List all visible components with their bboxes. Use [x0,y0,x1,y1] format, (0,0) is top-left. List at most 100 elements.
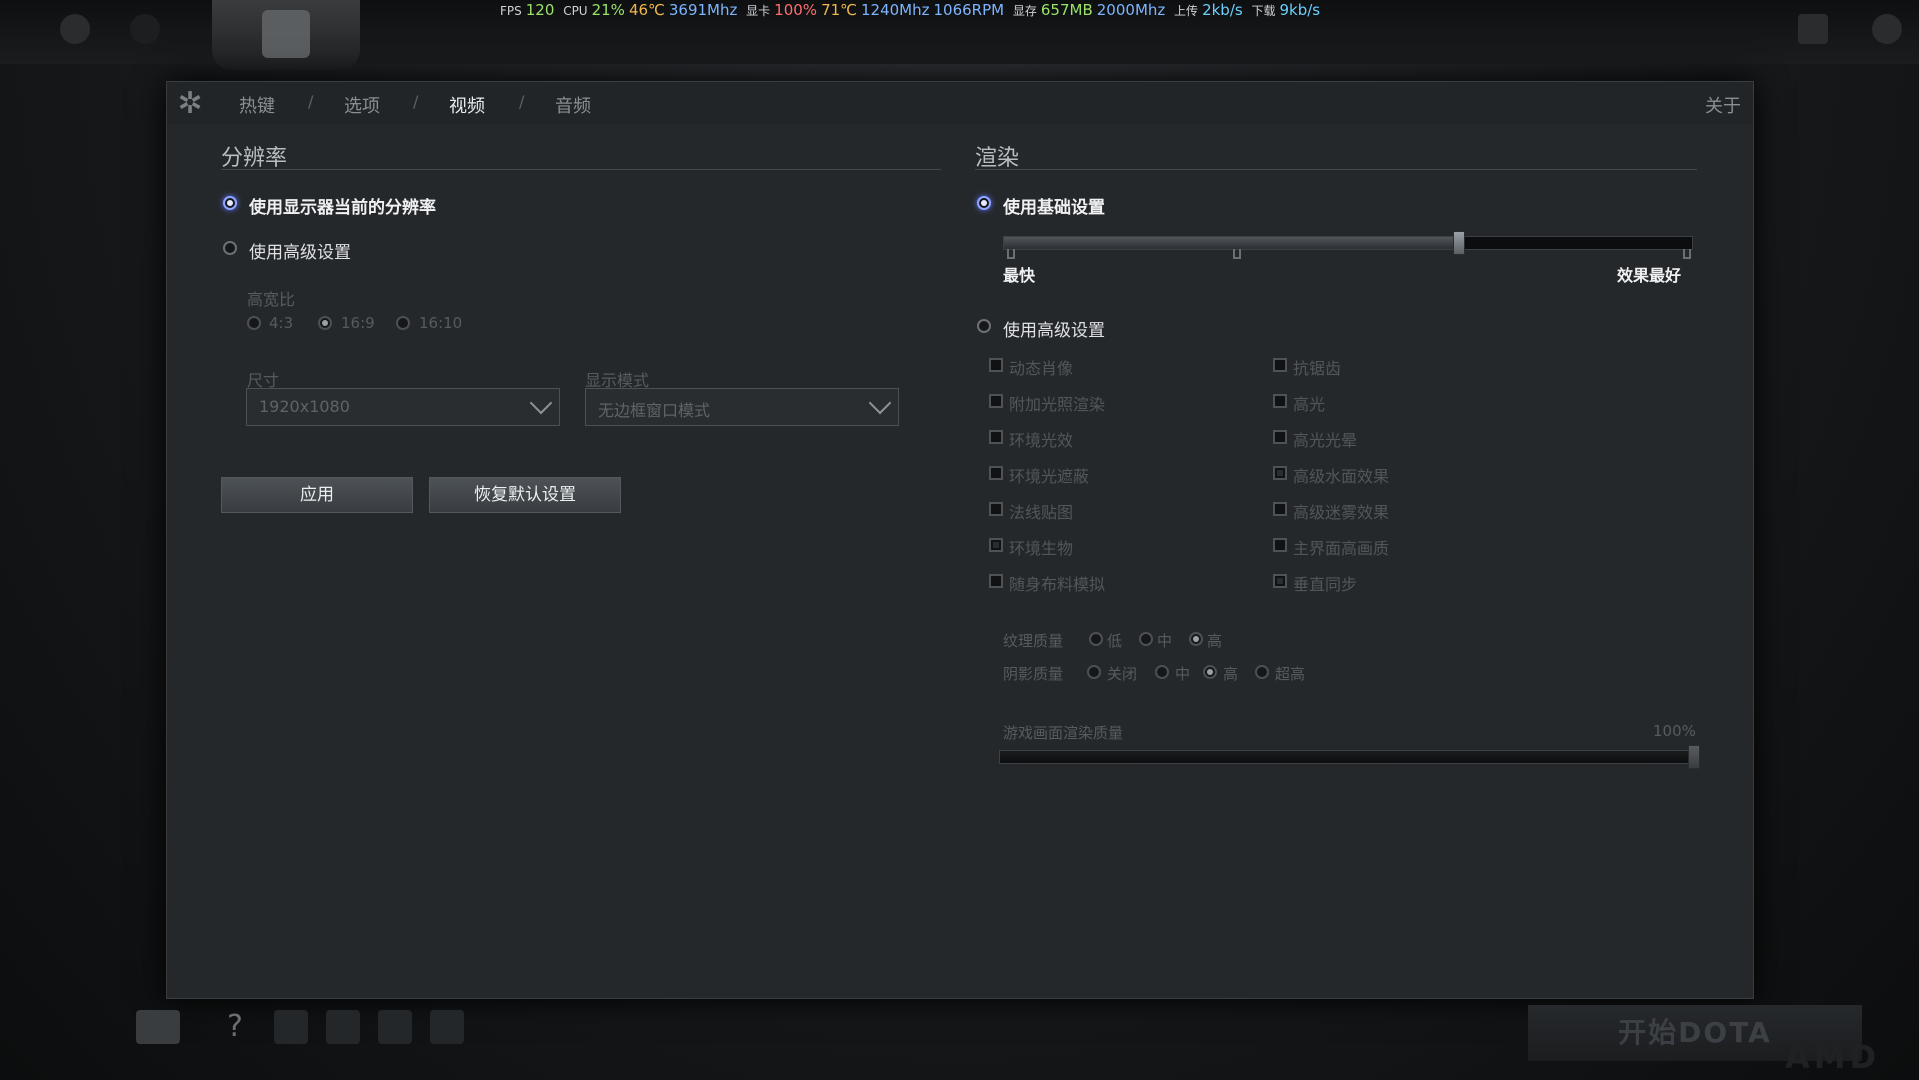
render-quality-slider[interactable] [1003,231,1693,255]
chevron-down-icon [529,391,553,415]
shadow-high-radio[interactable] [1203,665,1217,679]
shadow-mid-label: 中 [1175,665,1191,683]
back-icon[interactable] [130,14,160,44]
use-advanced-resolution-label: 使用高级设置 [249,243,351,263]
render-scale-value: 100% [1653,722,1696,740]
render-option-checkbox[interactable] [1273,538,1287,552]
tab-separator: / [413,92,419,111]
render-option-label: 环境光效 [1009,431,1074,450]
render-option-label: 垂直同步 [1293,575,1358,594]
size-value: 1920x1080 [259,397,350,416]
vram-clock: 2000Mhz [1096,1,1166,19]
download-label: 下载 [1251,4,1276,18]
bottom-slot-icon[interactable] [430,1010,464,1044]
use-advanced-render-label: 使用高级设置 [1003,321,1105,341]
chat-icon[interactable] [136,1010,180,1044]
aspect-16-10-label: 16:10 [419,314,463,332]
gpu-usage: 100% [774,1,818,19]
bottom-slot-icon[interactable] [326,1010,360,1044]
render-option-checkbox[interactable] [989,394,1003,408]
aspect-16-10-radio[interactable] [396,316,410,330]
render-option-checkbox[interactable] [989,430,1003,444]
shadow-off-label: 关闭 [1107,665,1138,683]
profile-avatar[interactable] [1872,14,1902,44]
cpu-label: CPU [563,4,588,18]
gpu-clock: 1240Mhz [861,1,930,19]
shadow-ultra-radio[interactable] [1255,665,1269,679]
dota-logo[interactable] [212,0,360,70]
render-option-checkbox[interactable] [1273,394,1287,408]
display-mode-dropdown[interactable]: 无边框窗口模式 [585,388,899,426]
shadow-off-radio[interactable] [1087,665,1101,679]
trophy-icon[interactable] [74,1010,108,1044]
bottom-slot-icon[interactable] [274,1010,308,1044]
size-dropdown[interactable]: 1920x1080 [246,388,560,426]
settings-panel: ✲ 热键 / 选项 / 视频 / 音频 关于 分辨率 使用显示器当前的分辨率 使… [166,81,1754,999]
tab-audio[interactable]: 音频 [555,92,591,118]
texture-low-radio[interactable] [1089,632,1103,646]
aspect-4-3-label: 4:3 [269,314,294,332]
render-option-checkbox[interactable] [1273,430,1287,444]
use-monitor-resolution-radio[interactable] [223,196,237,210]
render-option-checkbox[interactable] [989,538,1003,552]
help-icon[interactable]: ? [218,1010,252,1044]
render-option-label: 抗锯齿 [1293,359,1342,378]
aspect-16-9-label: 16:9 [341,314,375,332]
cpu-usage: 21% [591,1,625,19]
render-option-checkbox[interactable] [989,466,1003,480]
vram-label: 显存 [1012,4,1037,18]
top-nav-bar: FPS 120 CPU 21% 46℃ 3691Mhz 显卡 100% 71℃ 1240Mhz… [0,0,1919,70]
render-option-label: 主界面高画质 [1293,539,1390,558]
render-option-checkbox[interactable] [1273,358,1287,372]
render-option-label: 高光 [1293,395,1326,414]
shadow-mid-radio[interactable] [1155,665,1169,679]
render-option-checkbox[interactable] [1273,502,1287,516]
section-divider [975,169,1697,170]
use-basic-render-radio[interactable] [977,196,991,210]
chevron-down-icon [868,391,892,415]
texture-mid-radio[interactable] [1139,632,1153,646]
render-option-checkbox[interactable] [1273,574,1287,588]
render-scale-slider[interactable] [999,745,1700,769]
section-divider [221,169,941,170]
cpu-clock: 3691Mhz [668,1,738,19]
slider-fill [1000,751,1698,763]
tab-video[interactable]: 视频 [449,92,485,118]
render-option-checkbox[interactable] [1273,466,1287,480]
render-option-checkbox[interactable] [989,502,1003,516]
settings-icon[interactable] [60,14,90,44]
render-option-checkbox[interactable] [989,574,1003,588]
render-option-label: 环境生物 [1009,539,1074,558]
aspect-16-9-radio[interactable] [318,316,332,330]
gear-icon: ✲ [177,86,203,121]
about-link[interactable]: 关于 [1705,92,1741,118]
use-monitor-resolution-label: 使用显示器当前的分辨率 [249,198,436,218]
slider-min-label: 最快 [1003,266,1036,285]
render-option-checkbox[interactable] [989,358,1003,372]
render-option-label: 附加光照渲染 [1009,395,1106,414]
render-title: 渲染 [975,146,1020,171]
download-speed: 9kb/s [1279,1,1321,19]
shadow-ultra-label: 超高 [1275,665,1306,683]
friends-icon[interactable] [1798,14,1828,44]
texture-high-radio[interactable] [1189,632,1203,646]
slider-thumb[interactable] [1688,745,1700,769]
use-basic-render-label: 使用基础设置 [1003,198,1105,218]
restore-defaults-button[interactable]: 恢复默认设置 [429,477,621,513]
render-option-label: 法线贴图 [1009,503,1074,522]
render-option-label: 高级迷雾效果 [1293,503,1390,522]
use-advanced-resolution-radio[interactable] [223,241,237,255]
apply-button[interactable]: 应用 [221,477,413,513]
texture-mid-label: 中 [1157,632,1173,650]
tab-hotkeys[interactable]: 热键 [239,92,275,118]
use-advanced-render-radio[interactable] [977,319,991,333]
bottom-slot-icon[interactable] [378,1010,412,1044]
display-mode-value: 无边框窗口模式 [598,401,711,420]
slider-thumb[interactable] [1453,231,1466,255]
tab-options[interactable]: 选项 [344,92,380,118]
resolution-title: 分辨率 [221,146,288,171]
aspect-4-3-radio[interactable] [247,316,261,330]
tab-separator: / [308,92,314,111]
render-option-label: 动态肖像 [1009,359,1074,378]
vram-usage: 657MB [1040,1,1093,19]
